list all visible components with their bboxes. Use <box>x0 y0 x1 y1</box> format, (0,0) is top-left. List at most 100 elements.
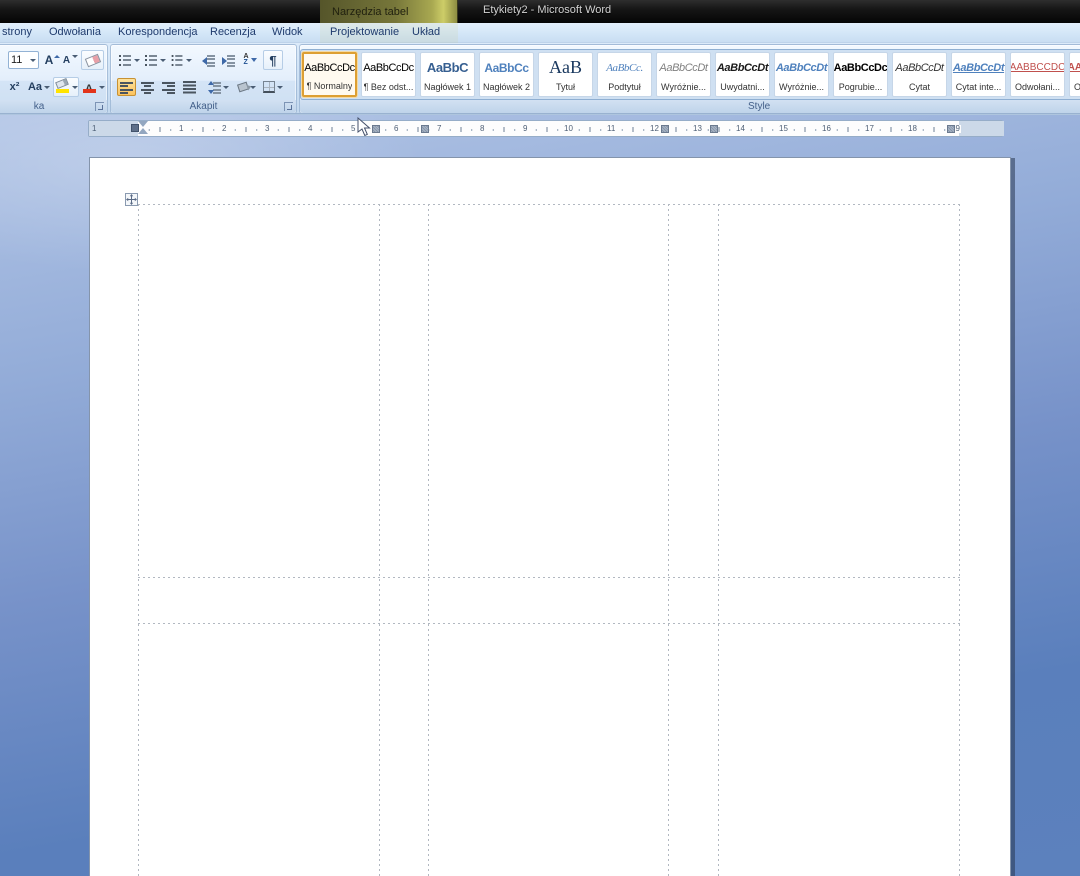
table-column-marker[interactable] <box>661 125 669 133</box>
borders-button[interactable] <box>261 78 285 96</box>
shrink-font-button[interactable]: A <box>63 51 78 69</box>
style-cytat-intensywny[interactable]: AaBbCcDtCytat inte... <box>951 52 1006 97</box>
ruler-number: 7 <box>436 125 442 133</box>
superscript-button[interactable]: x² <box>5 78 24 96</box>
justify-icon <box>183 81 196 94</box>
style-podtytul[interactable]: AaBbCc.Podtytuł <box>597 52 652 97</box>
table-gridline <box>138 577 960 578</box>
chevron-down-icon <box>72 86 78 89</box>
table-column-marker[interactable] <box>372 125 380 133</box>
label-table[interactable] <box>138 204 960 876</box>
move-arrows-icon <box>126 194 137 205</box>
table-gridline <box>428 204 429 876</box>
bullets-button[interactable] <box>117 51 141 69</box>
font-dialog-launcher-icon[interactable] <box>95 102 104 111</box>
ruler-number: 1 <box>178 125 184 133</box>
sort-button[interactable]: AZ <box>241 51 259 69</box>
style-wyroznienie-delikatne[interactable]: AaBbCcDtWyróżnie... <box>656 52 711 97</box>
change-case-button[interactable]: Aa <box>27 78 51 96</box>
ruler-number: 4 <box>307 125 313 133</box>
tab-projektowanie[interactable]: Projektowanie <box>330 26 399 38</box>
style-naglowek-2[interactable]: AaBbCcNagłówek 2 <box>479 52 534 97</box>
table-gridline <box>138 623 960 624</box>
paragraph-dialog-launcher-icon[interactable] <box>284 102 293 111</box>
font-color-button[interactable]: A <box>81 77 105 97</box>
align-right-icon <box>162 81 175 94</box>
caret-down-icon <box>72 55 78 58</box>
style-tytul[interactable]: AaBTytuł <box>538 52 593 97</box>
styles-gallery: AaBbCcDc¶ Normalny AaBbCcDc¶ Bez odst...… <box>300 49 1080 100</box>
document-page[interactable] <box>89 157 1011 876</box>
clear-formatting-button[interactable] <box>81 50 104 70</box>
table-move-handle[interactable] <box>125 193 138 206</box>
table-gridline <box>138 204 139 876</box>
align-center-button[interactable] <box>138 78 157 96</box>
chevron-down-icon <box>223 86 229 89</box>
chevron-down-icon <box>99 86 105 89</box>
decrease-indent-button[interactable] <box>199 51 217 69</box>
font-size-combo[interactable]: 11 <box>8 51 39 69</box>
numbering-button[interactable] <box>143 51 167 69</box>
style-pogrubienie[interactable]: AaBbCcDcPogrubie... <box>833 52 888 97</box>
tab-odwolania[interactable]: Odwołania <box>49 26 101 38</box>
text-highlight-button[interactable] <box>53 77 79 97</box>
style-normalny[interactable]: AaBbCcDc¶ Normalny <box>302 52 357 97</box>
style-wyroznienie-intensywne[interactable]: AaBbCcDtWyróżnie... <box>774 52 829 97</box>
tab-korespondencja[interactable]: Korespondencja <box>118 26 198 38</box>
chevron-down-icon <box>30 59 36 62</box>
table-gridline <box>379 204 380 876</box>
font-color-icon: A <box>82 79 97 95</box>
style-bez-odstepow[interactable]: AaBbCcDc¶ Bez odst... <box>361 52 416 97</box>
table-column-marker[interactable] <box>947 125 955 133</box>
table-tools-context-header[interactable]: Narzędzia tabel <box>320 0 458 23</box>
tab-uklad[interactable]: Układ <box>412 26 440 38</box>
indent-markers[interactable] <box>131 121 149 138</box>
hanging-indent-marker[interactable] <box>138 128 148 134</box>
ruler-right-margin-zone <box>959 121 1004 136</box>
line-spacing-button[interactable] <box>205 78 231 96</box>
clear-formatting-icon <box>84 53 100 67</box>
ruler-number: 11 <box>606 125 616 133</box>
tab-widok[interactable]: Widok <box>272 26 303 38</box>
ribbon: 11 A A x² Aa <box>0 43 1080 115</box>
caret-up-icon <box>54 55 60 58</box>
grow-font-button[interactable]: A <box>44 51 61 69</box>
table-column-marker[interactable] <box>710 125 718 133</box>
ruler-number: 17 <box>864 125 875 133</box>
style-odwolanie-intensywne[interactable]: AABBCCDCOdwołani... <box>1069 52 1080 97</box>
tab-recenzja[interactable]: Recenzja <box>210 26 256 38</box>
font-group: 11 A A x² Aa <box>0 44 108 114</box>
numbering-icon <box>145 54 158 67</box>
chevron-down-icon <box>186 59 192 62</box>
ruler-number: 16 <box>821 125 832 133</box>
title-bar[interactable]: Narzędzia tabel Etykiety2 - Microsoft Wo… <box>0 0 1080 23</box>
increase-indent-button[interactable] <box>219 51 237 69</box>
ruler-number: 9 <box>522 125 528 133</box>
first-line-indent-marker[interactable] <box>138 121 148 127</box>
table-gridline <box>959 204 960 876</box>
arrow-down-icon <box>251 58 257 62</box>
table-gridline <box>668 204 669 876</box>
paint-bucket-icon <box>237 82 249 93</box>
horizontal-ruler[interactable]: 1 1 2 3 4 5 6 7 8 9 10 11 12 13 14 15 16… <box>88 120 1003 137</box>
style-uwydatnienie[interactable]: AaBbCcDtUwydatni... <box>715 52 770 97</box>
align-left-button[interactable] <box>117 78 136 96</box>
style-naglowek-1[interactable]: AaBbCNagłówek 1 <box>420 52 475 97</box>
page-shadow <box>1011 158 1015 876</box>
ruler-number: 14 <box>735 125 746 133</box>
multilevel-list-button[interactable] <box>169 51 193 69</box>
bullets-icon <box>119 54 132 67</box>
table-tools-label: Narzędzia tabel <box>332 6 408 18</box>
shading-button[interactable] <box>235 78 259 96</box>
style-cytat[interactable]: AaBbCcDtCytat <box>892 52 947 97</box>
show-marks-button[interactable]: ¶ <box>263 50 283 70</box>
ruler-number: 8 <box>479 125 485 133</box>
style-odwolanie-delikatne[interactable]: AABBCCDCOdwołani... <box>1010 52 1065 97</box>
align-right-button[interactable] <box>159 78 178 96</box>
tab-uklad-strony-partial[interactable]: strony <box>2 26 32 38</box>
justify-button[interactable] <box>180 78 199 96</box>
ruler-number: 15 <box>778 125 789 133</box>
table-column-marker[interactable] <box>421 125 429 133</box>
change-case-icon: Aa <box>28 81 42 93</box>
ruler-number: 6 <box>393 125 399 133</box>
